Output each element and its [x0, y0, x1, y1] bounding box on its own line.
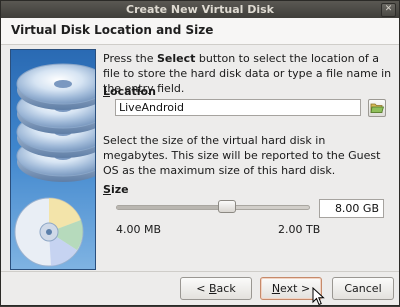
back-label: ack [216, 282, 236, 295]
location-input[interactable] [115, 99, 361, 116]
page-header: Virtual Disk Location and Size [1, 18, 399, 45]
size-slider-track[interactable] [116, 205, 310, 210]
close-icon: ✕ [384, 4, 393, 14]
select-location-button[interactable] [368, 99, 386, 117]
size-description: Select the size of the virtual hard disk… [103, 134, 381, 177]
size-slider-fill [117, 206, 227, 209]
wizard-side-image [10, 49, 96, 270]
folder-open-icon [370, 103, 385, 113]
instruction-bold: Select [157, 52, 196, 65]
window-title: Create New Virtual Disk [126, 3, 274, 16]
disk-stack-icon [14, 63, 95, 267]
next-mnemonic: N [271, 282, 281, 295]
location-label-mnemonic: L [103, 85, 111, 98]
next-label: ext > [280, 282, 311, 295]
size-input[interactable] [319, 199, 384, 218]
size-label-mnemonic: S [103, 183, 111, 196]
size-label-text: ize [110, 183, 129, 196]
size-slider-handle[interactable] [217, 200, 236, 213]
instruction-text: Press the [103, 52, 157, 65]
location-label: Location [103, 85, 156, 98]
back-mnemonic: B [209, 282, 217, 295]
back-button[interactable]: < Back [180, 277, 252, 300]
back-arrow: < [196, 282, 209, 295]
size-min-label: 4.00 MB [116, 223, 162, 236]
close-button[interactable]: ✕ [381, 3, 396, 17]
size-label: Size [103, 183, 129, 196]
page-title: Virtual Disk Location and Size [11, 23, 214, 37]
titlebar[interactable]: Create New Virtual Disk ✕ [1, 1, 399, 18]
size-max-label: 2.00 TB [278, 223, 321, 236]
location-label-text: ocation [110, 85, 156, 98]
button-separator [1, 271, 399, 272]
mouse-pointer-icon [312, 287, 325, 306]
create-virtual-disk-dialog: Create New Virtual Disk ✕ Virtual Disk L… [0, 0, 400, 306]
cancel-button[interactable]: Cancel [332, 277, 394, 300]
